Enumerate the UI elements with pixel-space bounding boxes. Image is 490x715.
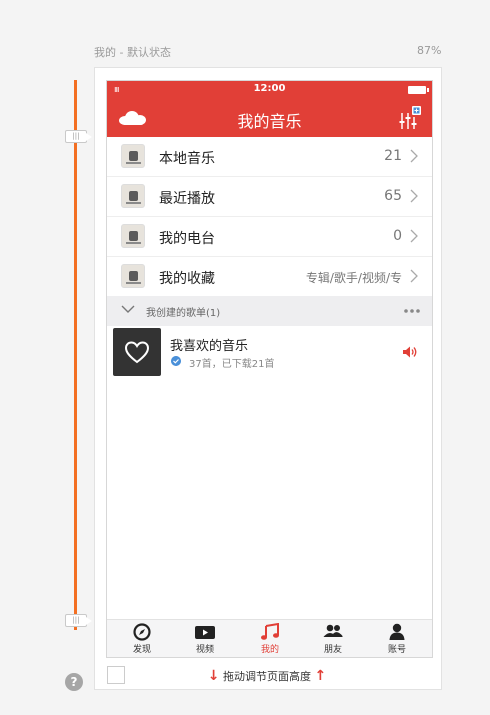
- status-bar: ııı 12:00: [107, 81, 432, 99]
- phone-screen: ııı 12:00 我的音乐 本地音乐 21 最近播放 65 我的电台 0 我的…: [106, 80, 433, 658]
- player-mixer-icon[interactable]: [398, 105, 422, 131]
- page-title: 我的 - 默认状态: [94, 46, 171, 59]
- playlist-item[interactable]: 我喜欢的音乐 37首，已下载21首: [107, 326, 432, 378]
- speaker-icon: [403, 346, 417, 358]
- friends-icon: [323, 624, 343, 637]
- nav-title: 我的音乐: [237, 112, 302, 131]
- group-label: 我创建的歌单(1): [146, 308, 221, 319]
- tab-bar: 发现 视频 我的 朋友 账号: [107, 619, 432, 657]
- row-local-music[interactable]: 本地音乐 21: [107, 137, 432, 177]
- downloaded-check-icon: [171, 356, 181, 366]
- battery-icon: [408, 86, 429, 94]
- status-time: 12:00: [253, 83, 286, 94]
- row-subtext: 专辑/歌手/视频/专: [305, 271, 402, 285]
- music-note-icon: [261, 623, 279, 640]
- tab-account[interactable]: 账号: [377, 623, 417, 655]
- row-label: 本地音乐: [159, 151, 215, 167]
- tab-label: 我的: [260, 645, 279, 655]
- down-arrow-icon: ↓: [207, 668, 220, 684]
- row-recent-play[interactable]: 最近播放 65: [107, 177, 432, 217]
- row-my-favorites[interactable]: 我的收藏 专辑/歌手/视频/专: [107, 257, 432, 297]
- chevron-down-icon: [121, 305, 135, 313]
- heart-icon: [124, 341, 150, 364]
- video-icon: [195, 626, 215, 639]
- tab-discover[interactable]: 发现: [122, 623, 162, 655]
- radio-icon: [121, 224, 145, 248]
- row-count: 65: [384, 188, 402, 204]
- up-arrow-icon: ↑: [314, 668, 327, 684]
- tab-label: 发现: [132, 645, 151, 655]
- playlist-title: 我喜欢的音乐: [170, 339, 249, 354]
- discover-icon: [133, 623, 151, 641]
- tab-my-music[interactable]: 我的: [250, 623, 290, 655]
- tab-label: 视频: [195, 645, 214, 655]
- created-playlists-header[interactable]: 我创建的歌单(1): [107, 296, 432, 326]
- zoom-level: 87%: [417, 44, 442, 57]
- tab-video[interactable]: 视频: [185, 623, 225, 655]
- resize-hint-text: 拖动调节页面高度: [223, 670, 311, 683]
- tab-label: 朋友: [323, 645, 342, 655]
- row-count: 0: [393, 228, 402, 244]
- playlist-cover: [113, 328, 161, 376]
- row-label: 我的收藏: [159, 271, 215, 287]
- top-drag-handle[interactable]: |||: [65, 130, 92, 143]
- tab-friends[interactable]: 朋友: [313, 623, 353, 655]
- row-my-radio[interactable]: 我的电台 0: [107, 217, 432, 257]
- resize-hint: ↓ 拖动调节页面高度 ↑: [0, 668, 490, 684]
- bottom-drag-handle[interactable]: |||: [65, 614, 92, 627]
- recent-play-icon: [121, 184, 145, 208]
- local-music-icon: [121, 144, 145, 168]
- favorites-icon: [121, 264, 145, 288]
- tab-label: 账号: [387, 645, 406, 655]
- account-icon: [389, 623, 405, 640]
- nav-bar: 我的音乐: [107, 99, 432, 137]
- chevron-right-icon: [410, 269, 418, 283]
- more-icon[interactable]: [404, 309, 420, 313]
- chevron-right-icon: [410, 229, 418, 243]
- row-label: 最近播放: [159, 191, 215, 207]
- row-count: 21: [384, 148, 402, 164]
- row-label: 我的电台: [159, 231, 215, 247]
- playlist-subtitle: 37首，已下载21首: [189, 359, 275, 370]
- chevron-right-icon: [410, 149, 418, 163]
- chevron-right-icon: [410, 189, 418, 203]
- height-rail-active: [74, 80, 77, 630]
